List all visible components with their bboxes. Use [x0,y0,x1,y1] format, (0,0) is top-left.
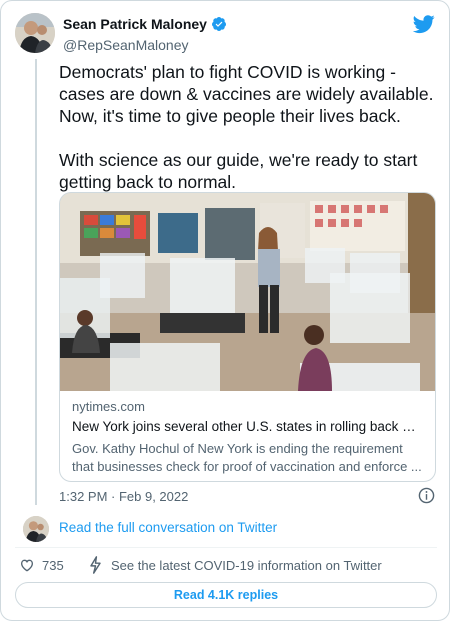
read-conversation-link[interactable]: Read the full conversation on Twitter [59,520,277,535]
link-domain: nytimes.com [72,399,145,414]
conversation-avatar [23,516,49,542]
author-block[interactable]: Sean Patrick Maloney @RepSeanMaloney [63,14,227,53]
link-preview-card[interactable]: nytimes.com New York joins several other… [59,192,436,482]
heart-icon[interactable] [19,557,35,573]
thread-line [35,59,37,505]
read-replies-button[interactable]: Read 4.1K replies [15,582,437,608]
covid-info-link[interactable]: See the latest COVID-19 information on T… [111,558,382,573]
divider [15,547,437,548]
author-handle[interactable]: @RepSeanMaloney [63,37,227,53]
link-description: Gov. Kathy Hochul of New York is ending … [72,441,422,474]
tweet-card: Sean Patrick Maloney @RepSeanMaloney Dem… [0,0,450,621]
tweet-text: Democrats' plan to fight COVID is workin… [59,62,434,192]
like-count[interactable]: 735 [42,558,64,573]
author-name[interactable]: Sean Patrick Maloney [63,16,207,32]
link-preview-image [60,193,435,391]
verified-badge-icon [211,17,226,31]
twitter-bird-icon[interactable] [413,13,435,35]
avatar[interactable] [15,13,55,53]
lightning-bolt-icon [90,556,101,574]
info-icon[interactable] [418,487,435,504]
tweet-timestamp[interactable]: 1:32 PM · Feb 9, 2022 [59,489,188,504]
link-title[interactable]: New York joins several other U.S. states… [72,419,423,438]
